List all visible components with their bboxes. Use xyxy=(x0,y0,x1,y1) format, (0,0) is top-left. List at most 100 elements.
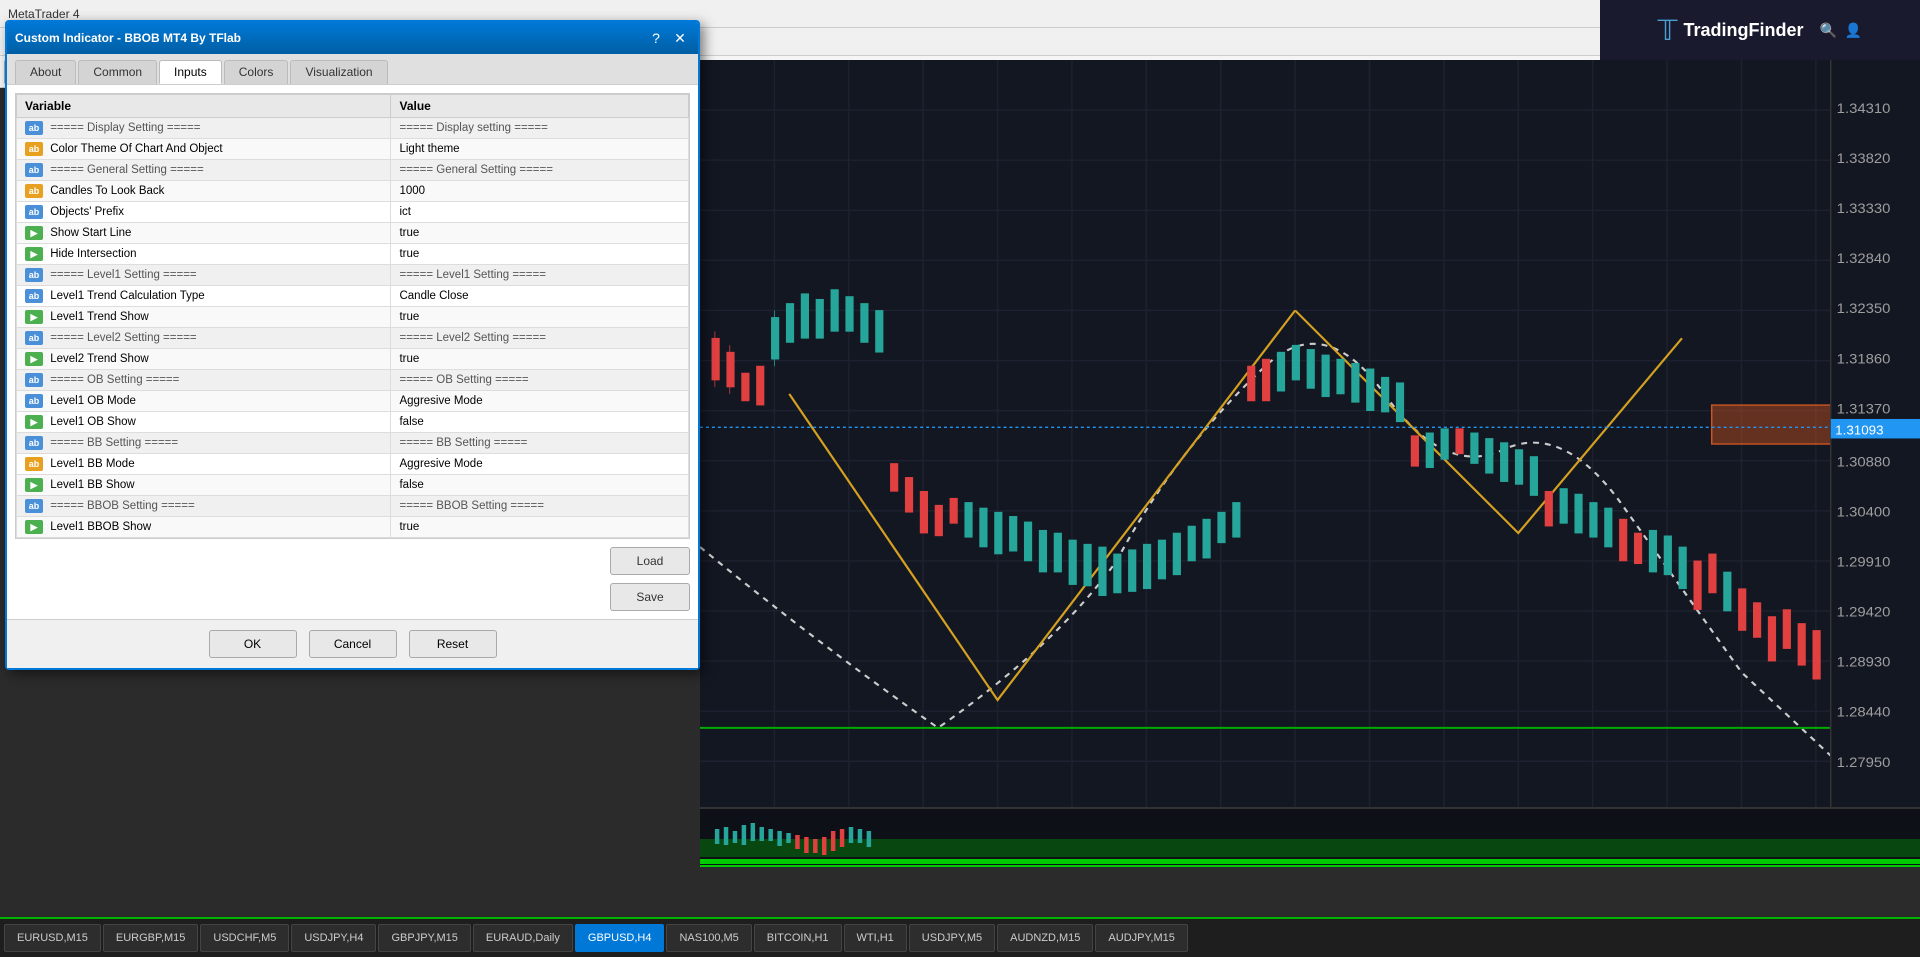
row-icon: ab xyxy=(25,289,43,303)
table-row[interactable]: ab ===== Level2 Setting ===== ===== Leve… xyxy=(17,328,689,349)
tab-nas100-m5[interactable]: NAS100,M5 xyxy=(666,924,751,952)
row-icon: ab xyxy=(25,436,43,450)
table-row[interactable]: ab Candles To Look Back 1000 xyxy=(17,181,689,202)
tab-eurusd-m15[interactable]: EURUSD,M15 xyxy=(4,924,101,952)
table-row[interactable]: ab Objects' Prefix ict xyxy=(17,202,689,223)
col-value-header: Value xyxy=(391,95,689,118)
table-row[interactable]: ab ===== BB Setting ===== ===== BB Setti… xyxy=(17,433,689,454)
tab-usdchf-m5[interactable]: USDCHF,M5 xyxy=(200,924,289,952)
svg-text:1.30880: 1.30880 xyxy=(1837,455,1891,470)
value-cell[interactable]: ict xyxy=(391,202,689,223)
table-row[interactable]: ab ===== General Setting ===== ===== Gen… xyxy=(17,160,689,181)
row-icon: ▶ xyxy=(25,415,43,429)
cancel-button[interactable]: Cancel xyxy=(309,630,397,658)
load-button[interactable]: Load xyxy=(610,547,690,575)
dialog-body: Variable Value ab ===== Display Setting … xyxy=(7,85,698,619)
value-cell[interactable]: true xyxy=(391,517,689,538)
value-cell[interactable]: 1000 xyxy=(391,181,689,202)
tab-euraud-daily[interactable]: EURAUD,Daily xyxy=(473,924,573,952)
row-icon: ab xyxy=(25,373,43,387)
variable-cell: Color Theme Of Chart And Object xyxy=(50,143,222,155)
tab-gbpjpy-m15[interactable]: GBPJPY,M15 xyxy=(378,924,470,952)
save-button[interactable]: Save xyxy=(610,583,690,611)
table-row[interactable]: ab ===== Level1 Setting ===== ===== Leve… xyxy=(17,265,689,286)
table-row[interactable]: ab Level1 OB Mode Aggresive Mode xyxy=(17,391,689,412)
variable-cell: ===== General Setting ===== xyxy=(50,164,203,176)
dialog-tab-bar: About Common Inputs Colors Visualization xyxy=(7,54,698,85)
table-row[interactable]: ▶ Level1 BB Show false xyxy=(17,475,689,496)
tab-audjpy-m15[interactable]: AUDJPY,M15 xyxy=(1095,924,1187,952)
value-cell[interactable]: Candle Close xyxy=(391,286,689,307)
table-row[interactable]: ab Level1 BB Mode Aggresive Mode xyxy=(17,454,689,475)
tab-common[interactable]: Common xyxy=(78,60,157,84)
user-icon[interactable]: 👤 xyxy=(1845,22,1862,39)
value-cell[interactable]: Aggresive Mode xyxy=(391,454,689,475)
params-table-container[interactable]: Variable Value ab ===== Display Setting … xyxy=(15,93,690,539)
app-container: MetaTrader 4 ─ □ ✕ File Edit View Insert… xyxy=(0,0,1920,957)
value-cell[interactable]: true xyxy=(391,349,689,370)
tab-audnzd-m15[interactable]: AUDNZD,M15 xyxy=(997,924,1093,952)
value-cell[interactable]: Aggresive Mode xyxy=(391,391,689,412)
value-cell[interactable]: false xyxy=(391,412,689,433)
dialog-help-button[interactable]: ? xyxy=(646,28,666,48)
params-table: Variable Value ab ===== Display Setting … xyxy=(16,94,689,538)
row-icon: ▶ xyxy=(25,247,43,261)
variable-cell: Level1 OB Mode xyxy=(50,395,136,407)
tab-usdjpy-h4[interactable]: USDJPY,H4 xyxy=(291,924,376,952)
variable-cell: ===== Display Setting ===== xyxy=(50,122,200,134)
table-row[interactable]: ▶ Level2 Trend Show true xyxy=(17,349,689,370)
row-icon: ab xyxy=(25,331,43,345)
tab-bitcoin-h1[interactable]: BITCOIN,H1 xyxy=(754,924,842,952)
row-icon: ▶ xyxy=(25,478,43,492)
table-row[interactable]: ab ===== BBOB Setting ===== ===== BBOB S… xyxy=(17,496,689,517)
svg-text:1.28440: 1.28440 xyxy=(1837,705,1891,720)
table-row[interactable]: ▶ Level1 Trend Show true xyxy=(17,307,689,328)
value-cell[interactable]: true xyxy=(391,307,689,328)
value-cell[interactable]: false xyxy=(391,475,689,496)
dialog-close-button[interactable]: ✕ xyxy=(670,28,690,48)
variable-cell: Hide Intersection xyxy=(50,248,136,260)
value-cell: ===== Level1 Setting ===== xyxy=(391,265,689,286)
value-cell[interactable]: true xyxy=(391,244,689,265)
value-cell[interactable]: true xyxy=(391,223,689,244)
side-buttons: Load Save xyxy=(15,547,690,611)
variable-cell: Level1 BBOB Show xyxy=(50,521,151,533)
table-row[interactable]: ab Color Theme Of Chart And Object Light… xyxy=(17,139,689,160)
tab-gbpusd-h4[interactable]: GBPUSD,H4 xyxy=(575,924,665,952)
ok-button[interactable]: OK xyxy=(209,630,297,658)
svg-text:1.33820: 1.33820 xyxy=(1837,151,1891,166)
tab-wti-h1[interactable]: WTI,H1 xyxy=(844,924,907,952)
table-row[interactable]: ▶ Level1 BBOB Show true xyxy=(17,517,689,538)
row-icon: ab xyxy=(25,394,43,408)
table-row[interactable]: ▶ Show Start Line true xyxy=(17,223,689,244)
table-row[interactable]: ▶ Hide Intersection true xyxy=(17,244,689,265)
tab-about[interactable]: About xyxy=(15,60,76,84)
variable-cell: Candles To Look Back xyxy=(50,185,164,197)
value-cell: ===== BBOB Setting ===== xyxy=(391,496,689,517)
table-row[interactable]: ab ===== Display Setting ===== ===== Dis… xyxy=(17,118,689,139)
variable-cell: ===== OB Setting ===== xyxy=(50,374,179,386)
tab-bar: EURUSD,M15 EURGBP,M15 USDCHF,M5 USDJPY,H… xyxy=(0,917,1920,957)
variable-cell: Objects' Prefix xyxy=(50,206,124,218)
tab-colors[interactable]: Colors xyxy=(224,60,289,84)
svg-text:1.27950: 1.27950 xyxy=(1837,755,1891,770)
value-cell: ===== Display setting ===== xyxy=(391,118,689,139)
svg-text:1.31860: 1.31860 xyxy=(1837,352,1891,367)
mini-chart-svg xyxy=(700,809,1920,867)
row-icon: ab xyxy=(25,457,43,471)
reset-button[interactable]: Reset xyxy=(409,630,497,658)
svg-text:1.32350: 1.32350 xyxy=(1837,302,1891,317)
tab-inputs[interactable]: Inputs xyxy=(159,60,222,84)
value-cell: ===== General Setting ===== xyxy=(391,160,689,181)
table-row[interactable]: ab ===== OB Setting ===== ===== OB Setti… xyxy=(17,370,689,391)
value-cell: ===== BB Setting ===== xyxy=(391,433,689,454)
search-icon[interactable]: 🔍 xyxy=(1819,22,1836,39)
custom-indicator-dialog: Custom Indicator - BBOB MT4 By TFlab ? ✕… xyxy=(5,20,700,670)
table-row[interactable]: ab Level1 Trend Calculation Type Candle … xyxy=(17,286,689,307)
tab-eurgbp-m15[interactable]: EURGBP,M15 xyxy=(103,924,199,952)
value-cell[interactable]: Light theme xyxy=(391,139,689,160)
tab-usdjpy-m5[interactable]: USDJPY,M5 xyxy=(909,924,995,952)
table-row[interactable]: ▶ Level1 OB Show false xyxy=(17,412,689,433)
svg-text:1.32840: 1.32840 xyxy=(1837,252,1891,267)
tab-visualization[interactable]: Visualization xyxy=(290,60,387,84)
